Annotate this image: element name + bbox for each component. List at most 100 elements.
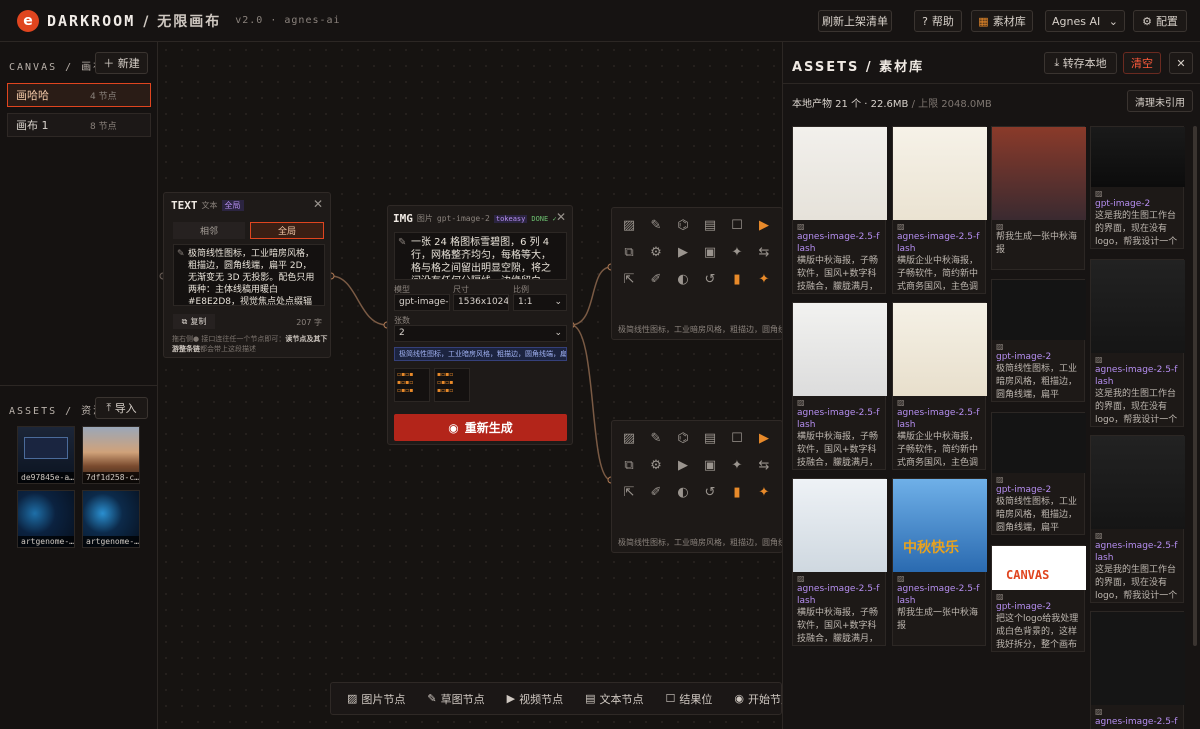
size-select[interactable]: 1536x1024 — [453, 294, 509, 311]
result-thumbnail[interactable]: ▫▪▫▪ ▪▫▪▫ ▫▪▫▪ — [394, 368, 430, 402]
scrollbar[interactable] — [1193, 126, 1197, 646]
asset-description: 极简线性图标，工业暗房风格，粗描边，圆角线端，扁平 2D，无渐变… — [996, 497, 1078, 533]
prompt-area[interactable]: ✎ 一张 24 格图标雪碧图，6 列 4 行，网格整齐均匀，每格等大，格与格之间… — [394, 232, 567, 280]
asset-card[interactable]: ▨ 帮我生成一张中秋海报 — [991, 126, 1086, 270]
node-subtitle: 文本 — [201, 201, 218, 210]
asset-image: CANVAS — [992, 546, 1086, 590]
toolbar-label: 图片节点 — [361, 692, 406, 706]
close-icon[interactable]: ✕ — [556, 210, 566, 224]
asset-image — [1091, 436, 1185, 529]
toolbar-result-slot[interactable]: ☐ 结果位 — [666, 691, 713, 707]
sprite-cell-icon: ✦ — [758, 271, 770, 287]
close-icon[interactable]: ✕ — [313, 197, 323, 211]
prompt-text: 一张 24 格图标雪碧图，6 列 4 行，网格整齐均匀，每格等大，格与格之间留出… — [411, 237, 551, 279]
refresh-label: 刷新上架清单 — [822, 15, 888, 28]
output-result-node[interactable]: ▨✎⌬▤☐▶▥✎✐⧉⚙▶▣✦⇆◇▦▲⇱✐◐↺▮✦⤓⟳♫ 极简线性图标，工业暗房风… — [611, 207, 851, 340]
new-canvas-button[interactable]: ＋ 新建 — [95, 52, 148, 74]
asset-caption: 7df1d258-c… — [83, 472, 139, 483]
image-icon: ▨ — [1095, 707, 1103, 716]
asset-card[interactable]: ▨ agnes-image-2.5-flash 这是我的生图工作台的界面，现在没有l… — [1090, 259, 1185, 427]
regenerate-button[interactable]: ◉ 重新生成 — [394, 414, 567, 441]
asset-model-name: agnes-image-2.5-flash — [797, 408, 880, 430]
asset-card[interactable]: ▨gpt-image-2 极简线性图标，工业暗房风格，粗描边，圆角线端，扁平 2D… — [991, 279, 1086, 402]
canvas-item[interactable]: 画布 1 8 节点 — [7, 113, 151, 137]
text-content-area[interactable]: ✎ 极简线性图标，工业暗房风格，粗描边，圆角线端，扁平 2D，无渐变无 3D 无… — [173, 244, 325, 306]
app-logo: e — [17, 9, 39, 32]
output-result-node[interactable]: ▨✎⌬▤☐▶▥✎✐⧉⚙▶▣✦⇆◇▦▲⇱✐◐↺▮✦⤓⟳♫ 极简线性图标，工业暗房风… — [611, 420, 851, 553]
cleanup-unreferenced-button[interactable]: 清理未引用 — [1127, 90, 1193, 112]
close-panel-button[interactable]: ✕ — [1169, 52, 1193, 74]
asset-card[interactable]: 中秋快乐 ▨ agnes-image-2.5-flash 帮我生成一张中秋海报 — [892, 478, 987, 646]
asset-description: 横版企业中秋海报，子畅软件，简约新中式商务国风，主色调深青… — [897, 432, 979, 468]
asset-thumbnail[interactable]: 7df1d258-c… — [82, 426, 140, 484]
sprite-cell-icon: ✦ — [731, 244, 743, 260]
canvas-item-active[interactable]: 画哈哈 4 节点 — [7, 83, 151, 107]
asset-thumbnail[interactable]: de97845e-a… — [17, 426, 75, 484]
toolbar-text-node[interactable]: ▤ 文本节点 — [585, 691, 643, 707]
asset-card[interactable]: CANVAS ▨ gpt-image-2 把这个logo给我处理成白色背景的，这样我好… — [991, 545, 1086, 652]
storage-stats: 本地产物 21 个 · 22.6MB / 上限 2048.0MB — [792, 95, 992, 110]
asset-card[interactable]: ▨ gpt-image-2 这是我的生图工作台的界面，现在没有logo，帮我设计一个 — [1090, 126, 1185, 249]
image-icon: ▨ — [797, 574, 805, 583]
settings-button[interactable]: ⚙ 配置 — [1133, 10, 1187, 32]
asset-card[interactable]: ▨ agnes-image-2.5-flash 横版企业中秋海报，子畅软件，简约新中… — [892, 302, 987, 470]
import-button[interactable]: ⤒ 导入 — [95, 397, 148, 419]
toolbar-image-node[interactable]: ▨ 图片节点 — [347, 691, 405, 707]
asset-caption: artgenome-… — [83, 536, 139, 547]
count-select[interactable]: 2 ⌄ — [394, 325, 567, 342]
brand-subtitle: / 无限画布 — [143, 13, 222, 30]
copy-icon: ⧉ — [181, 316, 188, 326]
asset-model-name: agnes-image-2.5-flash — [1095, 365, 1178, 387]
sprite-cell-icon: ⧉ — [624, 457, 634, 473]
asset-card[interactable]: ▨ agnes-image-2.5-flash 横版中秋海报，子畅软件，国风+数字科… — [792, 126, 887, 294]
toolbar-sketch-node[interactable]: ✎ 草图节点 — [427, 691, 484, 707]
top-bar: e DARKROOM / 无限画布 v2.0 · agnes-ai 刷新上架清单… — [0, 0, 1200, 42]
image-icon: ▨ — [797, 398, 805, 407]
brand-name: DARKROOM — [47, 11, 136, 30]
sprite-cell-icon: ⌬ — [677, 217, 689, 233]
clear-button[interactable]: 清空 — [1123, 52, 1161, 74]
model-select[interactable]: gpt-image-2 — [394, 294, 450, 311]
connection-line — [330, 275, 388, 326]
toolbar-video-node[interactable]: ▶ 视频节点 — [507, 691, 563, 707]
model-select[interactable]: Agnes AI ⌄ — [1045, 10, 1125, 32]
asset-model-name: gpt-image-2 — [996, 602, 1052, 612]
divider — [783, 83, 1200, 84]
canvas-section-title: CANVAS / 画布 — [9, 62, 106, 73]
ratio-select[interactable]: 1:1 ⌄ — [513, 294, 567, 311]
status-badge: DONE ✓ — [531, 214, 557, 223]
save-local-button[interactable]: ⤓ 转存本地 — [1044, 52, 1117, 74]
clear-label: 清空 — [1131, 57, 1153, 70]
asset-card[interactable]: ▨ agnes-image-2.5-flash 横版中秋海报，子畅软件，国风+数字科… — [792, 478, 887, 646]
image-node[interactable]: IMG 图片 gpt-image-2 tokeasy DONE ✓ ✕ ✎ 一张… — [387, 205, 573, 445]
model-select-value: gpt-image-2 — [399, 297, 450, 307]
asset-card[interactable]: ▨agnes-image-2.5-flash — [1090, 611, 1185, 729]
asset-card[interactable]: ▨ agnes-image-2.5-flash 横版中秋海报，子畅软件，国风+数字科… — [792, 302, 887, 470]
image-icon: ▨ — [1095, 355, 1103, 364]
asset-thumbnail[interactable]: artgenome-… — [17, 490, 75, 548]
copy-button[interactable]: ⧉ 复制 — [173, 314, 215, 329]
refresh-listing-button[interactable]: 刷新上架清单 — [818, 10, 892, 32]
text-node-hint: 拖右侧● 接口连往任一个节点即可：读节点及其下游整条链都会带上这段描述 — [172, 334, 328, 354]
asset-description: 横版中秋海报，子畅软件，国风+数字科技融合，朦胧满月，桂花… — [797, 608, 879, 644]
save-local-label: 转存本地 — [1062, 57, 1107, 70]
asset-card[interactable]: ▨gpt-image-2 极简线性图标，工业暗房风格，粗描边，圆角线端，扁平 2D… — [991, 412, 1086, 535]
reference-tag[interactable]: 极简线性图标，工业暗房风格，粗描边，圆角线端，扁平 — [394, 347, 567, 361]
tab-global[interactable]: 全局 — [250, 222, 324, 239]
asset-thumbnail[interactable]: artgenome-… — [82, 490, 140, 548]
asset-library-button[interactable]: ▦ 素材库 — [971, 10, 1033, 32]
result-thumbnail[interactable]: ▪▫▪▫ ▫▪▫▪ ▪▫▪▫ — [434, 368, 470, 402]
help-button[interactable]: ? 帮助 — [914, 10, 962, 32]
tab-local[interactable]: 相邻 — [173, 222, 245, 239]
asset-card[interactable]: ▨ agnes-image-2.5-flash 这是我的生图工作台的界面，现在没有l… — [1090, 435, 1185, 603]
asset-card[interactable]: ▨ agnes-image-2.5-flash 横版企业中秋海报，子畅软件，简约新中… — [892, 126, 987, 294]
canvas-area[interactable]: TEXT 文本 全局 ✕ 相邻 全局 ✎ 极简线性图标，工业暗房风格，粗描边，圆… — [158, 42, 851, 729]
sprite-cell-icon: ▶ — [678, 244, 688, 260]
image-icon: ▨ — [996, 342, 1004, 351]
canvas-node-count: 4 节点 — [90, 91, 117, 102]
help-label: 帮助 — [931, 15, 954, 28]
record-icon: ◉ — [448, 420, 459, 435]
image-icon: ▨ — [797, 222, 805, 231]
sprite-cell-icon: ✐ — [650, 484, 662, 500]
text-node[interactable]: TEXT 文本 全局 ✕ 相邻 全局 ✎ 极简线性图标，工业暗房风格，粗描边，圆… — [163, 192, 331, 358]
